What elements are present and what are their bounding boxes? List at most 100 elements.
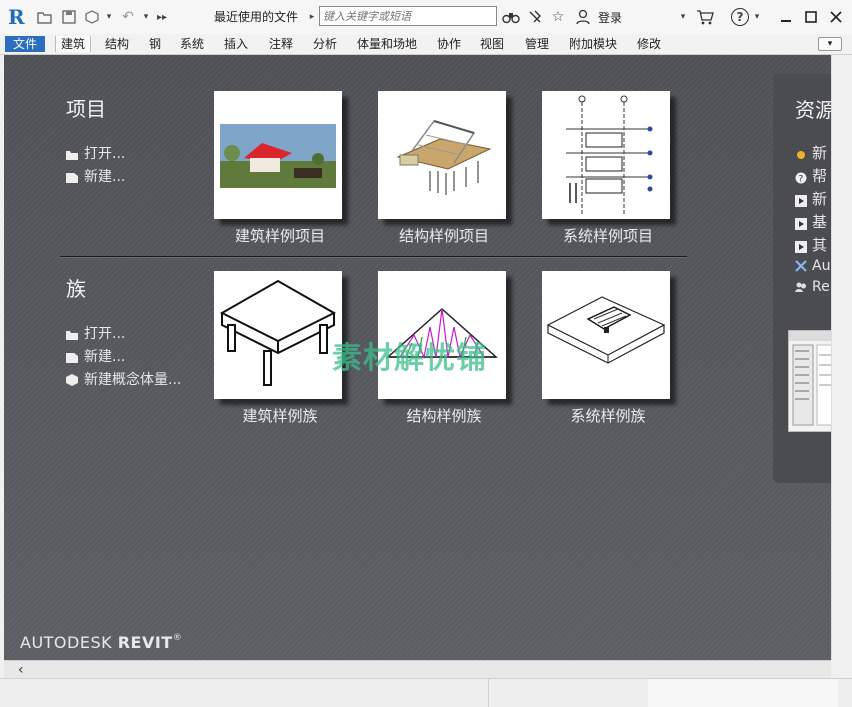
resources-title: 资源 [795, 98, 831, 122]
resource-item[interactable]: ? 帮 [795, 165, 827, 186]
recent-files-title: 最近使用的文件 [214, 10, 299, 24]
family-open-label: 打开... [84, 326, 126, 342]
tab-collaborate[interactable]: 协作 [435, 36, 463, 52]
status-divider [488, 679, 489, 707]
resource-item[interactable]: 基 [795, 211, 827, 232]
save-icon[interactable] [60, 7, 78, 27]
resource-item[interactable]: Au [795, 258, 830, 274]
star-icon[interactable]: ☆ [549, 7, 567, 27]
projects-title: 项目 [66, 97, 106, 121]
chevron-down-icon[interactable]: ▾ [752, 7, 762, 27]
autodesk-x-icon [795, 260, 807, 272]
structure-sample-project-thumb[interactable] [378, 91, 506, 219]
chevron-down-icon[interactable]: ▾ [678, 7, 688, 27]
tab-modify[interactable]: 修改 [635, 36, 663, 52]
brand-prefix: AUTODESK [20, 633, 113, 652]
new-file-icon [66, 171, 78, 183]
open-folder-icon [66, 328, 78, 340]
new-conceptual-mass-link[interactable]: 新建概念体量... [66, 369, 181, 389]
tab-view[interactable]: 视图 [478, 36, 506, 52]
resource-item[interactable]: 新 [795, 188, 827, 209]
video-thumbnail[interactable] [788, 330, 831, 432]
tab-insert[interactable]: 插入 [222, 36, 250, 52]
chevron-down-icon[interactable]: ▾ [141, 7, 151, 27]
resource-item-label: 新 [812, 190, 828, 208]
chevron-down-icon[interactable]: ▾ [104, 7, 114, 27]
status-bar [0, 678, 852, 707]
sun-icon [795, 147, 807, 159]
systems-sample-project-caption[interactable]: 系统样例项目 [528, 225, 688, 246]
undo-icon[interactable]: ↶ [118, 7, 138, 27]
cube-icon [66, 374, 78, 386]
tab-systems[interactable]: 系统 [178, 36, 206, 52]
resource-item-label: Au [812, 258, 831, 274]
tab-analyze[interactable]: 分析 [311, 36, 339, 52]
family-open-link[interactable]: 打开... [66, 323, 125, 343]
systems-sample-family-caption[interactable]: 系统样例族 [528, 405, 688, 426]
binoculars-icon[interactable] [502, 7, 520, 27]
users-icon [795, 281, 807, 293]
communication-center-icon[interactable] [526, 7, 544, 27]
ribbon-options-icon[interactable]: ▾ [818, 37, 842, 51]
help-icon[interactable]: ? [731, 8, 749, 26]
ribbon-tab-bar: 文件 建筑 结构 钢 系统 插入 注释 分析 体量和场地 协作 视图 管理 附加… [0, 34, 852, 55]
resource-item[interactable]: 其 [795, 234, 827, 255]
more-tools-icon[interactable]: ▸▸ [156, 7, 168, 27]
systems-sample-family-thumb[interactable] [542, 271, 670, 399]
project-open-label: 打开... [84, 146, 126, 162]
search-box[interactable] [319, 6, 497, 26]
project-new-label: 新建... [84, 169, 126, 185]
play-icon [795, 216, 807, 230]
open-folder-icon [66, 148, 78, 160]
brand-name: REVIT [117, 633, 173, 652]
family-new-link[interactable]: 新建... [66, 346, 125, 366]
close-icon[interactable] [826, 7, 846, 27]
project-new-link[interactable]: 新建... [66, 166, 125, 186]
resource-item[interactable]: Re [795, 279, 830, 295]
resource-item-label: 其 [812, 236, 828, 254]
minimize-icon[interactable] [776, 7, 796, 27]
scroll-left-icon[interactable]: ‹ [18, 662, 24, 678]
resource-item-label: 基 [812, 213, 828, 231]
search-expand-icon[interactable]: ▸ [308, 7, 316, 27]
maximize-icon[interactable] [801, 7, 821, 27]
systems-sample-project-thumb[interactable] [542, 91, 670, 219]
search-input[interactable] [323, 8, 493, 24]
svg-text:?: ? [799, 174, 804, 184]
recent-files-page: 项目 打开... 新建... 建筑样例项目 结构样例项目 系统样例项目 族 打开… [4, 55, 831, 660]
status-blurred-area [648, 679, 838, 707]
sync-icon[interactable] [83, 7, 101, 27]
tab-architecture[interactable]: 建筑 [55, 36, 92, 52]
architecture-sample-family-thumb[interactable] [214, 271, 342, 399]
project-open-link[interactable]: 打开... [66, 143, 125, 163]
open-icon[interactable] [36, 7, 54, 27]
resource-item-label: 新 [812, 144, 828, 162]
tab-add-ins[interactable]: 附加模块 [567, 36, 619, 52]
new-file-icon [66, 351, 78, 363]
vertical-scrollbar[interactable] [831, 55, 852, 660]
horizontal-scrollbar[interactable]: ‹ [4, 660, 831, 678]
tab-annotate[interactable]: 注释 [267, 36, 295, 52]
architecture-sample-project-thumb[interactable] [214, 91, 342, 219]
play-icon [795, 239, 807, 253]
tab-steel[interactable]: 钢 [147, 36, 163, 52]
architecture-sample-family-caption[interactable]: 建筑样例族 [200, 405, 360, 426]
user-icon[interactable] [574, 7, 592, 27]
structure-sample-family-caption[interactable]: 结构样例族 [364, 405, 524, 426]
architecture-sample-project-caption[interactable]: 建筑样例项目 [200, 225, 360, 246]
tab-massing-site[interactable]: 体量和场地 [355, 36, 419, 52]
play-icon [795, 193, 807, 207]
families-title: 族 [66, 277, 86, 301]
tab-structure[interactable]: 结构 [103, 36, 131, 52]
help-circle-icon: ? [795, 170, 807, 184]
cart-icon[interactable] [695, 7, 715, 27]
structure-sample-project-caption[interactable]: 结构样例项目 [364, 225, 524, 246]
resources-panel: 资源 新 ? 帮 新 基 其 Au Re [773, 74, 831, 483]
revit-logo-icon[interactable]: R [8, 5, 26, 29]
resource-item[interactable]: 新 [795, 142, 827, 163]
tab-file[interactable]: 文件 [5, 36, 46, 52]
tab-manage[interactable]: 管理 [523, 36, 551, 52]
login-label[interactable]: 登录 [595, 7, 625, 27]
watermark-text: 素材解忧铺 [332, 341, 487, 376]
new-conceptual-mass-label: 新建概念体量... [84, 372, 182, 388]
